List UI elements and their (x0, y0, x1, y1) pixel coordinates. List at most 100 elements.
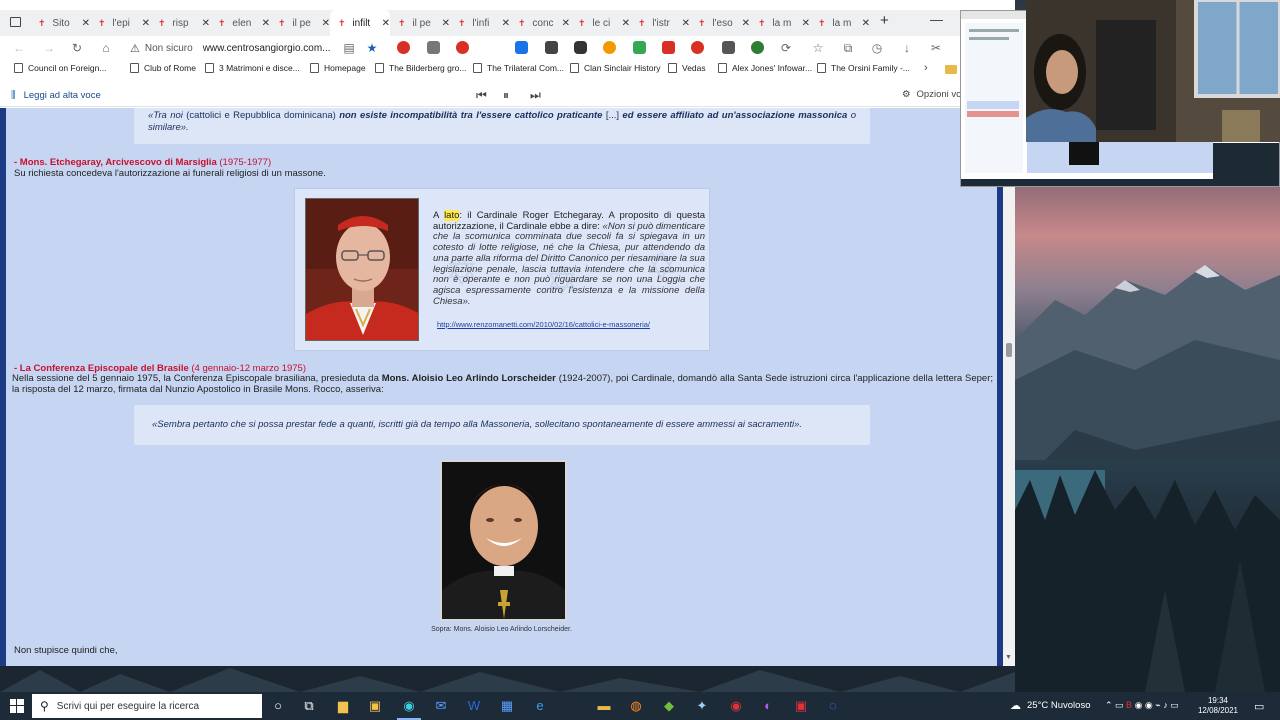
extension-icon[interactable] (545, 41, 558, 54)
lock-extension-icon[interactable] (574, 41, 587, 54)
bookmark-item[interactable]: Club of Rome (130, 63, 196, 73)
extension-icon[interactable] (633, 41, 646, 54)
browser-tab[interactable]: ✝ la m ✕ (750, 10, 810, 36)
app-icon[interactable]: ◆ (661, 698, 677, 714)
bookmark-item[interactable]: Vedas (668, 63, 706, 73)
page-scrollbar[interactable]: ▼ (1003, 108, 1015, 666)
pause-icon[interactable]: ⏸ (503, 88, 509, 103)
source-link[interactable]: http://www.renzomanetti.com/2010/02/16/c… (437, 320, 650, 329)
mail-icon[interactable]: ✉ (433, 698, 449, 714)
app-icon[interactable]: ▦ (499, 698, 515, 714)
app-icon[interactable]: ◐ (760, 698, 776, 714)
browser-tab[interactable]: ✝ il pe ✕ (270, 10, 330, 36)
file-explorer-icon[interactable]: ▆ (335, 698, 351, 714)
extension-icon[interactable] (691, 41, 704, 54)
browser-tab[interactable]: ✝ l'istr ✕ (630, 10, 690, 36)
reader-view-icon[interactable]: ▤ (342, 41, 356, 55)
browser-tab[interactable]: ✝ infilt ✕ (330, 10, 390, 36)
browser-tab[interactable]: ✝ il pe ✕ (390, 10, 450, 36)
extension-icon[interactable] (722, 41, 735, 54)
history-icon[interactable]: ◷ (870, 41, 884, 55)
taskbar-search-input[interactable]: ⚲ Scrivi qui per eseguire la ricerca (32, 694, 262, 718)
tab-close-icon[interactable]: ✕ (682, 18, 690, 29)
browser-tab[interactable]: ✝ l'epi ✕ (90, 10, 150, 36)
browser-tab[interactable]: ✝ la m ✕ (810, 10, 870, 36)
url-text[interactable]: www.centrosangiorgio.com... (203, 43, 331, 54)
app-icon[interactable]: ▣ (793, 698, 809, 714)
tab-close-icon[interactable]: ✕ (202, 18, 210, 29)
bookmark-item[interactable]: Clan Sinclair History (570, 63, 661, 73)
tab-close-icon[interactable]: ✕ (562, 18, 570, 29)
store-icon[interactable]: ▣ (367, 698, 383, 714)
clock[interactable]: 19:34 12/08/2021 (1196, 696, 1240, 716)
next-icon[interactable]: ⏭ (530, 88, 541, 103)
browser-tab[interactable]: ✝ conc ✕ (510, 10, 570, 36)
home-icon[interactable]: ⌂ (99, 41, 113, 55)
forward-icon[interactable]: → (42, 41, 56, 55)
scroll-down-icon[interactable]: ▼ (1005, 654, 1012, 661)
extension-icon[interactable] (456, 41, 469, 54)
tab-close-icon[interactable]: ✕ (382, 18, 390, 29)
task-view-icon[interactable]: ⧉ (301, 698, 317, 714)
bookmark-item[interactable]: The Bilderberg gro... (375, 63, 466, 73)
browser-tab[interactable]: ✝ l'infi ✕ (450, 10, 510, 36)
bookmark-item[interactable]: The Trilateral Com... (473, 63, 564, 73)
bookmarks-more-button[interactable]: › (924, 62, 928, 74)
tab-close-icon[interactable]: ✕ (802, 18, 810, 29)
previous-icon[interactable]: ⏮ (476, 88, 487, 103)
weather-widget[interactable]: ☁ 25°C Nuvoloso (1010, 699, 1090, 712)
tab-actions-icon[interactable] (10, 17, 21, 27)
extension-icon[interactable] (751, 41, 764, 54)
bookmark-item[interactable]: 3 Matrimoni e disce... (205, 63, 300, 73)
adblock-extension-icon[interactable] (397, 41, 410, 54)
bookmark-item[interactable]: The Orsini Family -... (817, 63, 910, 73)
folder-icon[interactable] (945, 65, 957, 74)
bookmark-item[interactable]: Council on Foreign... (14, 63, 106, 73)
browser-tab[interactable]: ✝ elen ✕ (210, 10, 270, 36)
collections-icon[interactable]: ⧉ (841, 41, 855, 55)
minimize-button[interactable]: — (930, 12, 943, 27)
voice-options-button[interactable]: ⚙ Opzioni vo (902, 89, 961, 100)
back-icon[interactable]: ← (12, 41, 26, 55)
word-icon[interactable]: W (466, 698, 482, 714)
edge-browser-icon[interactable]: ◉ (397, 698, 421, 720)
firefox-icon[interactable]: ◍ (628, 698, 644, 714)
tab-close-icon[interactable]: ✕ (442, 18, 450, 29)
refresh-icon[interactable]: ↻ (70, 41, 84, 55)
warning-icon[interactable]: ⚠ (130, 42, 140, 55)
bookmark-item[interactable]: Alex Jones' Infowar... (718, 63, 812, 73)
read-aloud-button[interactable]: ⫼ Leggi ad alta voce (11, 90, 101, 101)
extension-icon[interactable] (515, 41, 528, 54)
extension-icon[interactable] (603, 41, 616, 54)
system-tray[interactable]: ⌃ ▭ B ◉ ◉ ⌁ ♪ ▭ (1105, 700, 1179, 711)
browser-tab[interactable]: ✝ le ci ✕ (570, 10, 630, 36)
security-label[interactable]: Non sicuro (145, 43, 193, 54)
app-icon[interactable]: ◌ (825, 698, 841, 714)
extension-icon[interactable] (427, 41, 440, 54)
bookmark-item[interactable]: Homepage (310, 63, 366, 73)
extension-icon[interactable] (662, 41, 675, 54)
favorite-star-icon[interactable]: ★ (365, 41, 379, 55)
browser-tab[interactable]: ✝ risp ✕ (150, 10, 210, 36)
folder-icon[interactable]: ▬ (596, 698, 612, 714)
internet-explorer-icon[interactable]: e (532, 698, 548, 714)
notification-icon[interactable]: ▭ (1254, 700, 1264, 713)
scrollbar-thumb[interactable] (1006, 343, 1012, 357)
tab-close-icon[interactable]: ✕ (142, 18, 150, 29)
app-icon[interactable]: ✦ (694, 698, 710, 714)
refresh-extension-icon[interactable]: ⟳ (779, 41, 793, 55)
new-tab-button[interactable]: + (880, 12, 889, 29)
tab-close-icon[interactable]: ✕ (742, 18, 750, 29)
tab-close-icon[interactable]: ✕ (322, 18, 330, 29)
browser-tab[interactable]: ✝ Sito ✕ (30, 10, 90, 36)
browser-tab[interactable]: ✝ l'eso ✕ (690, 10, 750, 36)
app-icon[interactable]: ◉ (728, 698, 744, 714)
windows-start-icon[interactable] (10, 699, 24, 713)
tab-close-icon[interactable]: ✕ (262, 18, 270, 29)
download-icon[interactable]: ↓ (900, 41, 914, 55)
tab-close-icon[interactable]: ✕ (502, 18, 510, 29)
cortana-icon[interactable]: ○ (270, 698, 286, 714)
tab-close-icon[interactable]: ✕ (622, 18, 630, 29)
tab-close-icon[interactable]: ✕ (862, 18, 870, 29)
screenshot-icon[interactable]: ✂ (929, 41, 943, 55)
